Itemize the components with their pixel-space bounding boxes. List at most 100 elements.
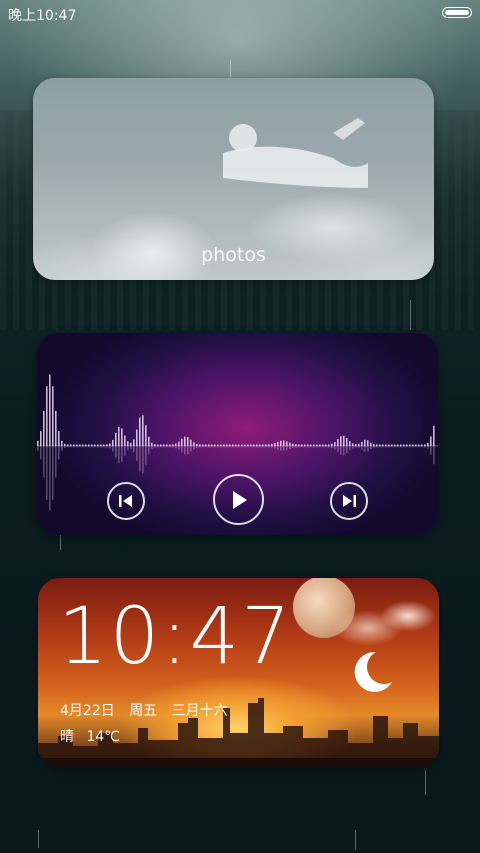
- next-button[interactable]: [330, 482, 368, 520]
- photos-label: photos: [201, 244, 266, 266]
- visualizer-bar: [148, 436, 150, 446]
- visualizer-reflection: [130, 446, 132, 449]
- visualizer-bar: [208, 444, 210, 446]
- visualizer-reflection: [256, 446, 258, 448]
- visualizer-reflection: [379, 446, 381, 448]
- visualizer-bar: [193, 442, 195, 446]
- play-button[interactable]: [213, 474, 264, 525]
- visualizer-bar: [304, 444, 306, 446]
- visualizer-bar: [166, 444, 168, 446]
- visualizer-reflection: [427, 446, 429, 449]
- visualizer-reflection: [424, 446, 426, 448]
- visualizer-reflection: [76, 446, 78, 448]
- visualizer-reflection: [73, 446, 75, 448]
- visualizer-reflection: [223, 446, 225, 448]
- visualizer-reflection: [46, 446, 48, 500]
- visualizer-reflection: [37, 446, 39, 451]
- visualizer-bar: [322, 444, 324, 446]
- visualizer-bar: [154, 444, 156, 446]
- clock-widget[interactable]: 10:47 4月22日 周五 三月十六 晴 14℃: [38, 578, 439, 768]
- visualizer-reflection: [394, 446, 396, 448]
- visualizer-reflection: [415, 446, 417, 448]
- lunar-date-text: 三月十六: [171, 703, 228, 719]
- visualizer-reflection: [277, 446, 279, 450]
- visualizer-bar: [361, 441, 363, 446]
- visualizer-reflection: [352, 446, 354, 449]
- visualizer-reflection: [283, 446, 285, 451]
- visualizer-bar: [424, 444, 426, 446]
- visualizer-bar: [232, 444, 234, 446]
- visualizer-bar: [316, 444, 318, 446]
- visualizer-bar: [52, 386, 54, 446]
- visualizer-reflection: [376, 446, 378, 448]
- visualizer-bar: [121, 428, 123, 446]
- visualizer-bar: [94, 444, 96, 446]
- visualizer-reflection: [211, 446, 213, 448]
- visualizer-reflection: [241, 446, 243, 448]
- weather-condition: 晴: [60, 729, 74, 745]
- visualizer-reflection: [337, 446, 339, 453]
- visualizer-bar: [262, 444, 264, 446]
- visualizer-reflection: [373, 446, 375, 448]
- visualizer-bar: [298, 444, 300, 446]
- visualizer-reflection: [175, 446, 177, 449]
- photos-widget[interactable]: photos: [33, 78, 434, 280]
- visualizer-reflection: [172, 446, 174, 448]
- visualizer-reflection: [103, 446, 105, 448]
- visualizer-bar: [250, 444, 252, 446]
- visualizer-reflection: [433, 446, 435, 465]
- visualizer-reflection: [280, 446, 282, 451]
- visualizer-reflection: [145, 446, 147, 465]
- previous-button[interactable]: [107, 482, 145, 520]
- visualizer-bar: [124, 435, 126, 446]
- visualizer-reflection: [40, 446, 42, 460]
- visualizer-bar: [106, 444, 108, 446]
- visualizer-bar: [247, 444, 249, 446]
- visualizer-bar: [238, 444, 240, 446]
- visualizer-bar: [331, 443, 333, 446]
- visualizer-bar: [241, 444, 243, 446]
- visualizer-bar: [358, 443, 360, 446]
- visualizer-bar: [286, 441, 288, 446]
- visualizer-bar: [79, 444, 81, 446]
- visualizer-reflection: [328, 446, 330, 448]
- visualizer-reflection: [421, 446, 423, 448]
- visualizer-reflection: [217, 446, 219, 448]
- visualizer-reflection: [232, 446, 234, 448]
- visualizer-reflection: [148, 446, 150, 455]
- visualizer-reflection: [121, 446, 123, 462]
- visualizer-reflection: [139, 446, 141, 472]
- visualizer-bar: [115, 432, 117, 446]
- visualizer-bar: [214, 444, 216, 446]
- visualizer-reflection: [286, 446, 288, 451]
- rain-streak: [38, 830, 39, 848]
- rain-streak: [355, 830, 356, 850]
- visualizer-bar: [283, 440, 285, 446]
- visualizer-reflection: [97, 446, 99, 448]
- visualizer-reflection: [382, 446, 384, 448]
- visualizer-bar: [97, 444, 99, 446]
- visualizer-bar: [118, 426, 120, 446]
- visualizer-bar: [280, 440, 282, 446]
- visualizer-bar: [85, 444, 87, 446]
- visualizer-bar: [256, 444, 258, 446]
- visualizer-reflection: [196, 446, 198, 448]
- photo-image: [223, 118, 368, 188]
- visualizer-bar: [397, 444, 399, 446]
- visualizer-bar: [202, 444, 204, 446]
- clock-time: 10:47: [58, 592, 293, 682]
- visualizer-reflection: [70, 446, 72, 448]
- skip-forward-icon: [343, 495, 356, 507]
- visualizer-reflection: [193, 446, 195, 450]
- music-widget[interactable]: [37, 333, 438, 535]
- visualizer-bar: [142, 415, 144, 446]
- visualizer-bar: [223, 444, 225, 446]
- visualizer-reflection: [58, 446, 60, 460]
- visualizer-bar: [55, 410, 57, 446]
- visualizer-bar: [169, 444, 171, 446]
- visualizer-bar: [382, 444, 384, 446]
- visualizer-reflection: [247, 446, 249, 448]
- visualizer-bar: [73, 444, 75, 446]
- visualizer-reflection: [319, 446, 321, 448]
- visualizer-reflection: [226, 446, 228, 448]
